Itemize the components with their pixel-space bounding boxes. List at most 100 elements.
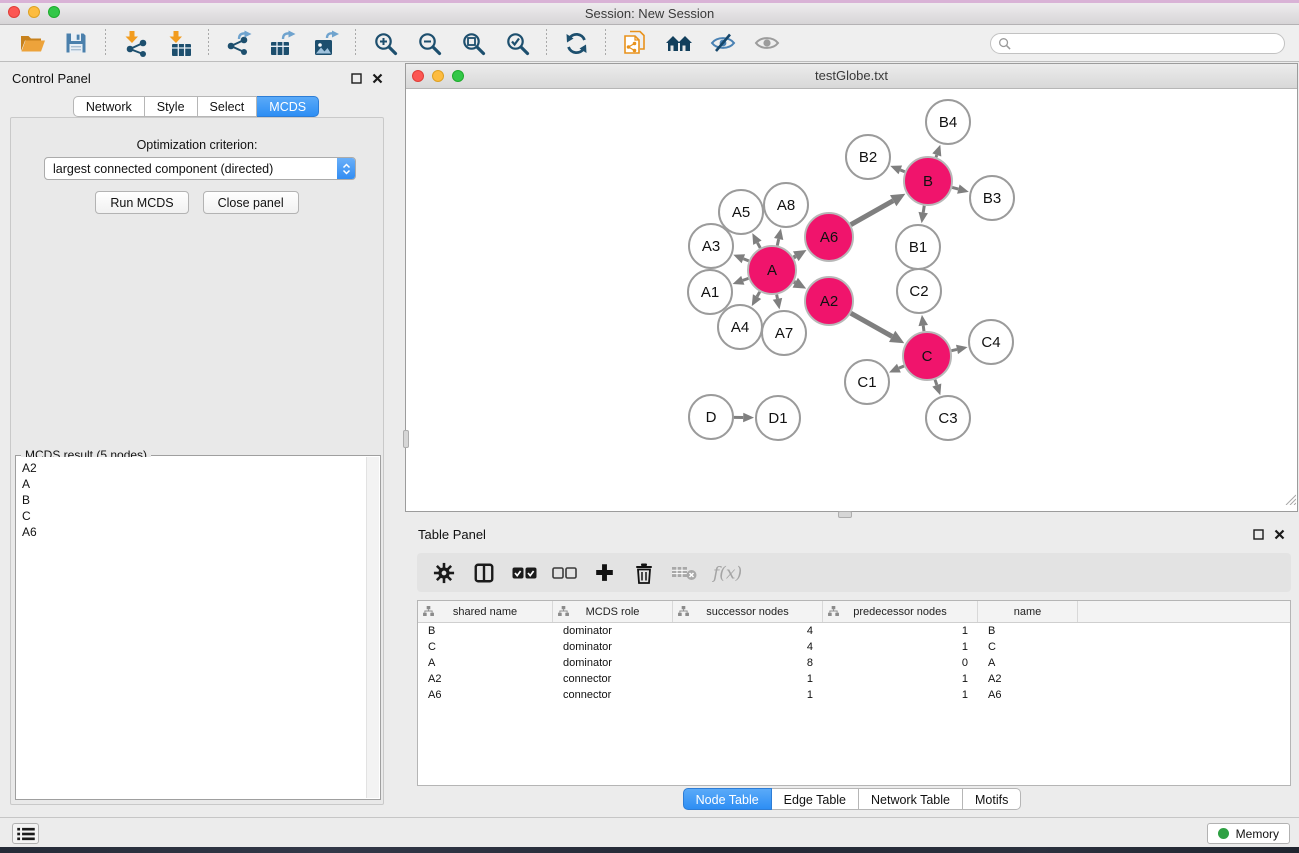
- table-row[interactable]: Adominator80A: [418, 655, 1290, 671]
- tab-select[interactable]: Select: [198, 96, 258, 117]
- mcds-result-item[interactable]: A2: [22, 460, 366, 476]
- tab-node-table[interactable]: Node Table: [683, 788, 772, 810]
- graph-edge-A-A6[interactable]: [794, 256, 796, 257]
- table-cell[interactable]: B: [978, 625, 1078, 637]
- table-cell[interactable]: 1: [823, 641, 978, 653]
- close-panel-icon[interactable]: [370, 71, 385, 86]
- result-scrollbar[interactable]: [366, 457, 379, 798]
- add-column-icon[interactable]: [591, 562, 617, 583]
- graph-edge-A-A7[interactable]: [777, 295, 778, 299]
- zoom-selected-icon[interactable]: [503, 29, 531, 57]
- optimization-criterion-dropdown[interactable]: largest connected component (directed): [44, 157, 356, 180]
- graph-edge-B-B3[interactable]: [952, 187, 958, 189]
- table-cell[interactable]: 4: [673, 625, 823, 637]
- export-network-icon[interactable]: [224, 29, 252, 57]
- table-cell[interactable]: 8: [673, 657, 823, 669]
- export-table-icon[interactable]: [268, 29, 296, 57]
- zoom-out-icon[interactable]: [415, 29, 443, 57]
- search-input[interactable]: [990, 33, 1285, 54]
- float-table-panel-icon[interactable]: [1251, 527, 1266, 542]
- first-neighbors-icon[interactable]: [665, 29, 693, 57]
- column-header-name[interactable]: name: [978, 601, 1078, 622]
- graph-edge-C-C3[interactable]: [935, 380, 937, 385]
- table-cell[interactable]: C: [418, 641, 553, 653]
- graph-edge-C-C2[interactable]: [923, 326, 924, 332]
- export-image-icon[interactable]: [312, 29, 340, 57]
- column-header-MCDS-role[interactable]: MCDS role: [553, 601, 673, 622]
- table-cell[interactable]: A: [978, 657, 1078, 669]
- import-network-icon[interactable]: [121, 29, 149, 57]
- run-mcds-button[interactable]: Run MCDS: [95, 191, 188, 214]
- table-cell[interactable]: 1: [673, 673, 823, 685]
- hide-selected-icon[interactable]: [709, 29, 737, 57]
- table-cell[interactable]: 4: [673, 641, 823, 653]
- open-folder-icon[interactable]: [18, 29, 46, 57]
- table-cell[interactable]: C: [978, 641, 1078, 653]
- table-cell[interactable]: connector: [553, 689, 673, 701]
- graph-edge-A-A4[interactable]: [757, 292, 760, 297]
- close-table-panel-icon[interactable]: [1272, 527, 1287, 542]
- zoom-in-icon[interactable]: [371, 29, 399, 57]
- table-cell[interactable]: connector: [553, 673, 673, 685]
- splitter-grip-left[interactable]: [403, 430, 409, 448]
- table-cell[interactable]: 1: [673, 689, 823, 701]
- refresh-icon[interactable]: [562, 29, 590, 57]
- table-cell[interactable]: 1: [823, 673, 978, 685]
- columns-icon[interactable]: [471, 562, 497, 584]
- table-cell[interactable]: dominator: [553, 625, 673, 637]
- window-resize-grip[interactable]: [1283, 492, 1296, 510]
- table-row[interactable]: Cdominator41C: [418, 639, 1290, 655]
- task-history-button[interactable]: [12, 823, 39, 844]
- network-graph[interactable]: B4B2BB3A5A8A6A3B1AA1C2A2A4A7CC4C1C3DD1: [406, 88, 1297, 512]
- table-row[interactable]: Bdominator41B: [418, 623, 1290, 639]
- table-cell[interactable]: dominator: [553, 657, 673, 669]
- table-cell[interactable]: 0: [823, 657, 978, 669]
- delete-column-icon[interactable]: [631, 562, 657, 584]
- graph-edge-C-C1[interactable]: [899, 366, 904, 368]
- table-cell[interactable]: A6: [978, 689, 1078, 701]
- select-all-icon[interactable]: [511, 566, 537, 580]
- mcds-result-item[interactable]: C: [22, 508, 366, 524]
- graph-edge-A-A1[interactable]: [743, 278, 749, 280]
- save-icon[interactable]: [62, 29, 90, 57]
- column-header-successor-nodes[interactable]: successor nodes: [673, 601, 823, 622]
- tab-mcds[interactable]: MCDS: [257, 96, 319, 117]
- mcds-result-item[interactable]: A6: [22, 524, 366, 540]
- gear-icon[interactable]: [431, 562, 457, 584]
- column-header-predecessor-nodes[interactable]: predecessor nodes: [823, 601, 978, 622]
- graph-edge-A-A3[interactable]: [743, 259, 748, 261]
- graph-edge-A2-C[interactable]: [851, 313, 892, 336]
- graph-edge-A6-B[interactable]: [851, 201, 893, 225]
- graph-edge-B-B4[interactable]: [936, 155, 937, 157]
- table-cell[interactable]: A2: [418, 673, 553, 685]
- graph-edge-B-B1[interactable]: [923, 206, 924, 213]
- zoom-fit-icon[interactable]: [459, 29, 487, 57]
- close-panel-button[interactable]: Close panel: [203, 191, 299, 214]
- table-cell[interactable]: 1: [823, 689, 978, 701]
- column-header-shared-name[interactable]: shared name: [418, 601, 553, 622]
- graph-edge-A-A2[interactable]: [794, 282, 795, 283]
- table-cell[interactable]: A2: [978, 673, 1078, 685]
- table-cell[interactable]: 1: [823, 625, 978, 637]
- import-table-icon[interactable]: [165, 29, 193, 57]
- network-canvas[interactable]: B4B2BB3A5A8A6A3B1AA1C2A2A4A7CC4C1C3DD1: [406, 88, 1297, 511]
- mcds-result-list[interactable]: A2ABCA6: [17, 457, 366, 798]
- deselect-all-icon[interactable]: [551, 566, 577, 580]
- table-cell[interactable]: A6: [418, 689, 553, 701]
- tab-edge-table[interactable]: Edge Table: [772, 788, 859, 810]
- graph-edge-A-A8[interactable]: [777, 239, 778, 246]
- table-cell[interactable]: B: [418, 625, 553, 637]
- graph-edge-A-A5[interactable]: [757, 243, 760, 248]
- table-cell[interactable]: A: [418, 657, 553, 669]
- graph-edge-B-B2[interactable]: [900, 170, 904, 172]
- tab-network-table[interactable]: Network Table: [859, 788, 963, 810]
- tab-network[interactable]: Network: [73, 96, 145, 117]
- memory-button[interactable]: Memory: [1207, 823, 1290, 844]
- table-row[interactable]: A6connector11A6: [418, 687, 1290, 703]
- tab-style[interactable]: Style: [145, 96, 198, 117]
- float-panel-icon[interactable]: [349, 71, 364, 86]
- mcds-result-item[interactable]: A: [22, 476, 366, 492]
- tab-motifs[interactable]: Motifs: [963, 788, 1021, 810]
- table-cell[interactable]: dominator: [553, 641, 673, 653]
- network-from-selection-icon[interactable]: [621, 29, 649, 57]
